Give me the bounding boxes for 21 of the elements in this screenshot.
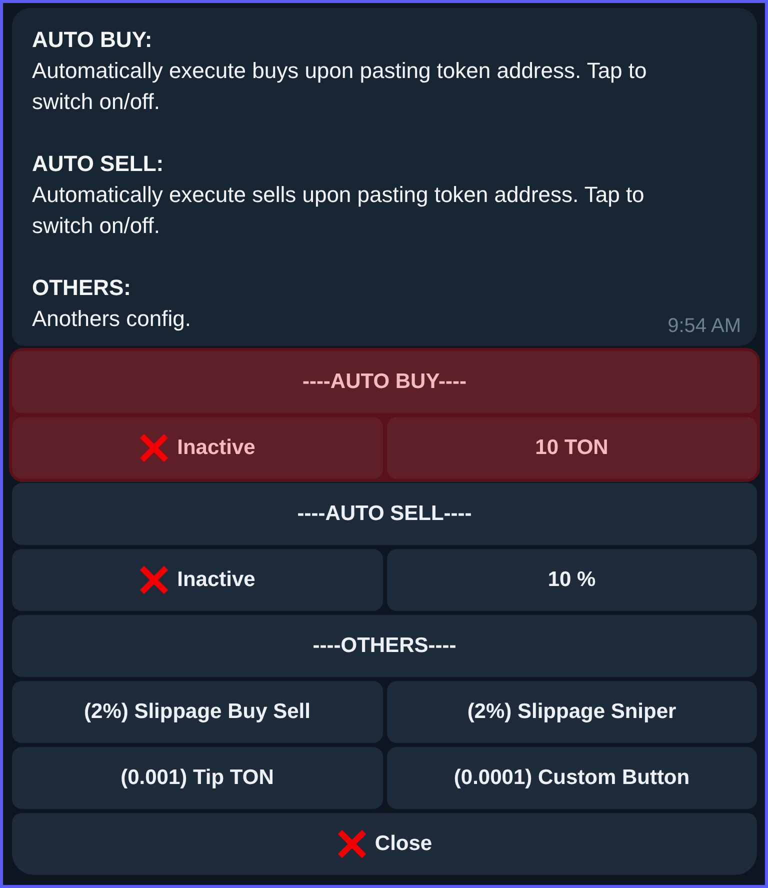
section-description: Automatically execute buys upon pasting token address. Tap to switch on/off. xyxy=(32,57,648,116)
cross-icon xyxy=(336,829,367,859)
keyboard-button[interactable]: Close xyxy=(12,813,757,875)
keyboard-button[interactable]: (2%) Slippage Sniper xyxy=(386,681,757,743)
cross-icon xyxy=(139,433,170,463)
keyboard-button[interactable]: (0.001) Tip TON xyxy=(12,747,382,809)
keyboard-button[interactable]: ----AUTO BUY---- xyxy=(12,351,757,413)
message-time: 9:54 AM xyxy=(668,315,741,337)
keyboard-button[interactable]: ----OTHERS---- xyxy=(12,615,757,677)
keyboard-button[interactable]: 10 % xyxy=(386,549,757,611)
cross-icon xyxy=(139,565,170,595)
section-heading: AUTO SELL: xyxy=(32,150,165,178)
section-heading: AUTO BUY: xyxy=(32,26,154,54)
section-heading: OTHERS: xyxy=(32,274,132,302)
keyboard-button[interactable]: Inactive xyxy=(12,417,382,479)
keyboard-button[interactable]: (0.0001) Custom Button xyxy=(386,747,757,809)
section-description: Automatically execute sells upon pasting token address. Tap to switch on/off. xyxy=(32,181,646,240)
keyboard-button[interactable]: Inactive xyxy=(12,549,382,611)
keyboard-button[interactable]: ----AUTO SELL---- xyxy=(12,483,757,545)
keyboard-button[interactable]: 10 TON xyxy=(386,417,757,479)
keyboard-button[interactable]: (2%) Slippage Buy Sell xyxy=(12,681,382,743)
